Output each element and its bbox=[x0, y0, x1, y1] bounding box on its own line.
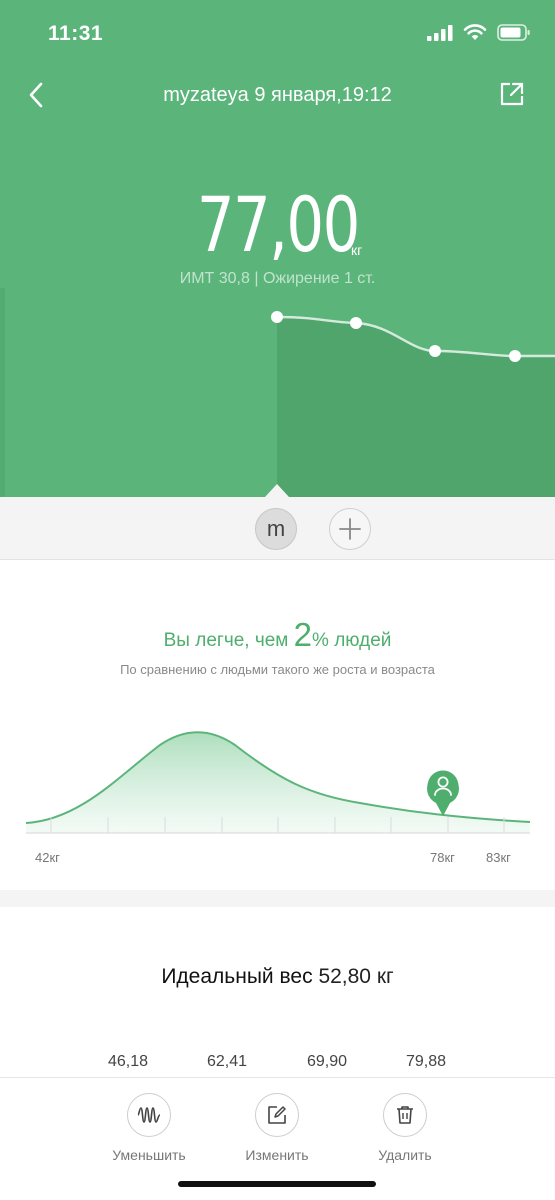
range-value: 69,90 bbox=[306, 1053, 348, 1070]
trend-point[interactable] bbox=[350, 317, 362, 329]
weight-value: 77,00 bbox=[196, 180, 360, 269]
user-switcher: m bbox=[0, 497, 555, 560]
edit-icon bbox=[268, 1106, 286, 1124]
edit-button-circle bbox=[255, 1093, 299, 1137]
range-label-max: 83кг bbox=[486, 850, 511, 865]
range-value: 79,88 bbox=[405, 1053, 447, 1070]
user-avatar[interactable]: m bbox=[255, 508, 297, 550]
trend-area bbox=[277, 317, 555, 497]
trash-icon bbox=[397, 1106, 413, 1124]
reduce-button-circle bbox=[127, 1093, 171, 1137]
weight-range-values: 46,18 62,41 69,90 79,88 bbox=[0, 1053, 555, 1077]
trend-point[interactable] bbox=[271, 311, 283, 323]
delete-button[interactable]: Удалить bbox=[350, 1093, 460, 1163]
range-value: 46,18 bbox=[107, 1053, 149, 1070]
ideal-weight-line: Идеальный вес 52,80 кг bbox=[0, 965, 555, 989]
comparison-prefix: Вы легче, чем bbox=[163, 630, 289, 651]
comparison-card: Вы легче, чем 2% людей По сравнению с лю… bbox=[0, 560, 555, 890]
comparison-suffix: % людей bbox=[312, 630, 392, 651]
reduce-button[interactable]: Уменьшить bbox=[94, 1093, 204, 1163]
range-label-user: 78кг bbox=[430, 850, 455, 865]
plus-icon bbox=[339, 518, 361, 540]
wifi-icon bbox=[463, 24, 487, 40]
comparison-headline: Вы легче, чем 2% людей bbox=[0, 616, 555, 654]
selected-point-pointer bbox=[265, 484, 289, 497]
status-time: 11:31 bbox=[48, 22, 104, 45]
signal-icon bbox=[427, 24, 453, 41]
share-icon[interactable] bbox=[499, 81, 525, 107]
weight-distribution-chart bbox=[25, 731, 531, 834]
card-divider bbox=[0, 890, 555, 907]
edit-label: Изменить bbox=[245, 1147, 309, 1163]
battery-icon bbox=[497, 24, 530, 41]
range-value: 62,41 bbox=[206, 1053, 248, 1070]
trend-history-shade bbox=[0, 288, 5, 497]
ideal-weight-value: 52,80 кг bbox=[318, 965, 394, 988]
ideal-weight-label: Идеальный вес bbox=[161, 965, 313, 988]
edit-button[interactable]: Изменить bbox=[222, 1093, 332, 1163]
trend-point[interactable] bbox=[509, 350, 521, 362]
comparison-caption: По сравнению с людьми такого же роста и … bbox=[120, 662, 435, 677]
delete-label: Удалить bbox=[378, 1147, 432, 1163]
user-position-marker bbox=[427, 770, 459, 816]
range-label-min: 42кг bbox=[35, 850, 60, 865]
comparison-percent: 2 bbox=[293, 616, 313, 653]
status-bar: 11:31 bbox=[0, 0, 555, 70]
wave-icon bbox=[137, 1107, 161, 1123]
trend-point[interactable] bbox=[429, 345, 441, 357]
reduce-label: Уменьшить bbox=[112, 1147, 186, 1163]
weight-hero-panel: 11:31 myzateya 9 января,19:12 77,00 кг И… bbox=[0, 0, 555, 497]
delete-button-circle bbox=[383, 1093, 427, 1137]
weight-trend-chart[interactable] bbox=[0, 280, 555, 497]
page-title: myzateya 9 января,19:12 bbox=[163, 84, 392, 106]
weight-unit: кг bbox=[351, 242, 363, 258]
add-user-button[interactable] bbox=[329, 508, 371, 550]
home-indicator[interactable] bbox=[178, 1181, 376, 1187]
nav-bar: myzateya 9 января,19:12 bbox=[0, 70, 555, 120]
weight-block: 77,00 кг bbox=[0, 185, 555, 265]
status-icons bbox=[427, 24, 531, 41]
